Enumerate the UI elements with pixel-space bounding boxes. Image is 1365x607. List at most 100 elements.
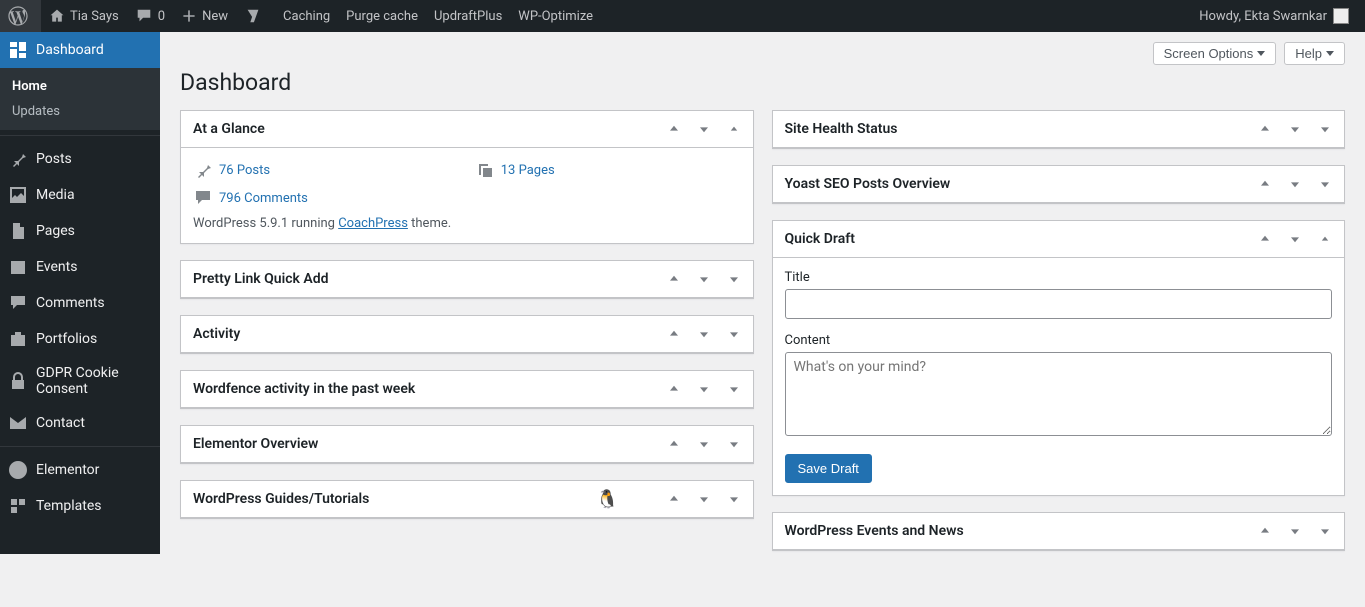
panel-toggle[interactable] <box>719 316 749 352</box>
comments-link[interactable]: 0 <box>127 0 173 32</box>
toolbar-link-updraft[interactable]: UpdraftPlus <box>426 0 510 32</box>
menu-elementor[interactable]: Elementor <box>0 452 160 488</box>
menu-posts[interactable]: Posts <box>0 141 160 177</box>
mail-icon <box>8 413 28 433</box>
panel-toggle[interactable] <box>1310 166 1340 202</box>
templates-icon <box>8 496 28 516</box>
panel-toggle[interactable] <box>1310 111 1340 147</box>
howdy-text: Howdy, Ekta Swarnkar <box>1199 9 1327 24</box>
panel-move-down[interactable] <box>1280 111 1310 147</box>
plus-icon <box>181 8 197 24</box>
panel-move-down[interactable] <box>689 481 719 517</box>
glance-comments-link[interactable]: 796 Comments <box>193 188 308 208</box>
new-content-link[interactable]: New <box>173 0 236 32</box>
panel-toggle[interactable] <box>719 261 749 297</box>
menu-portfolios[interactable]: Portfolios <box>0 321 160 357</box>
panel-move-up[interactable] <box>1250 513 1280 549</box>
panel-title: Elementor Overview <box>181 426 659 462</box>
menu-gdpr[interactable]: GDPR Cookie Consent <box>0 357 160 405</box>
panel-toggle[interactable] <box>1310 513 1340 549</box>
panel-activity: Activity <box>180 315 754 354</box>
panel-site-health: Site Health Status <box>772 110 1346 149</box>
panel-title: Site Health Status <box>773 111 1251 147</box>
panel-title: At a Glance <box>181 111 659 147</box>
yoast-link[interactable] <box>236 0 275 32</box>
panel-move-up[interactable] <box>659 316 689 352</box>
media-icon <box>8 185 28 205</box>
submenu-updates[interactable]: Updates <box>0 99 160 124</box>
panel-title: WordPress Events and News <box>773 513 1251 549</box>
save-draft-button[interactable]: Save Draft <box>785 454 872 483</box>
menu-contact[interactable]: Contact <box>0 405 160 441</box>
panel-move-up[interactable] <box>659 481 689 517</box>
menu-dashboard[interactable]: Dashboard <box>0 32 160 68</box>
account-link[interactable]: Howdy, Ekta Swarnkar <box>1191 0 1357 32</box>
chevron-down-icon <box>1326 51 1334 56</box>
panel-pretty-link: Pretty Link Quick Add <box>180 260 754 299</box>
glance-posts-link[interactable]: 76 Posts <box>193 160 459 180</box>
pin-icon <box>8 149 28 169</box>
panel-elementor-overview: Elementor Overview <box>180 425 754 464</box>
chevron-down-icon <box>696 121 712 137</box>
panel-move-up[interactable] <box>1250 221 1280 257</box>
screen-options-button[interactable]: Screen Options <box>1153 42 1277 65</box>
toolbar-link-wpoptimize[interactable]: WP-Optimize <box>510 0 601 32</box>
panel-move-up[interactable] <box>1250 166 1280 202</box>
panel-wordfence: Wordfence activity in the past week <box>180 370 754 409</box>
panel-toggle[interactable] <box>719 371 749 407</box>
panel-toggle[interactable] <box>719 111 749 147</box>
panel-move-down[interactable] <box>689 371 719 407</box>
admin-sidebar: Dashboard Home Updates Posts Media Pages… <box>0 32 160 554</box>
comment-icon <box>193 188 213 208</box>
toolbar-link-purge[interactable]: Purge cache <box>338 0 426 32</box>
menu-comments[interactable]: Comments <box>0 285 160 321</box>
pages-icon <box>8 221 28 241</box>
panel-move-down[interactable] <box>689 261 719 297</box>
panel-at-a-glance: At a Glance 76 Posts 13 Pages 796 Commen… <box>180 110 754 244</box>
panel-title: Quick Draft <box>773 221 1251 257</box>
panel-move-down[interactable] <box>1280 166 1310 202</box>
panel-move-up[interactable] <box>1250 111 1280 147</box>
panel-move-up[interactable] <box>659 261 689 297</box>
dashboard-left-column: At a Glance 76 Posts 13 Pages 796 Commen… <box>180 110 754 567</box>
panel-move-up[interactable] <box>659 371 689 407</box>
dashboard-icon <box>8 40 28 60</box>
draft-content-label: Content <box>785 333 1333 348</box>
menu-pages[interactable]: Pages <box>0 213 160 249</box>
menu-events[interactable]: Events <box>0 249 160 285</box>
panel-quick-draft: Quick Draft Title Content Save Draft <box>772 220 1346 496</box>
site-name-link[interactable]: Tia Says <box>41 0 127 32</box>
panel-move-up[interactable] <box>659 111 689 147</box>
chevron-up-icon <box>666 121 682 137</box>
panel-move-down[interactable] <box>689 316 719 352</box>
theme-link[interactable]: CoachPress <box>338 216 408 231</box>
comment-count: 0 <box>158 9 165 24</box>
copy-icon <box>475 160 495 180</box>
panel-toggle[interactable] <box>1310 221 1340 257</box>
wp-logo[interactable] <box>0 0 41 32</box>
site-name-label: Tia Says <box>70 9 119 24</box>
panel-toggle[interactable] <box>719 426 749 462</box>
wp-version-text: WordPress 5.9.1 running CoachPress theme… <box>193 216 741 231</box>
menu-templates[interactable]: Templates <box>0 488 160 524</box>
panel-move-up[interactable] <box>659 426 689 462</box>
panel-title: Wordfence activity in the past week <box>181 371 659 407</box>
chevron-down-icon <box>1257 51 1265 56</box>
panel-wp-events: WordPress Events and News <box>772 512 1346 551</box>
panel-move-down[interactable] <box>689 111 719 147</box>
submenu-home[interactable]: Home <box>0 74 160 99</box>
page-title: Dashboard <box>180 69 1345 96</box>
panel-move-down[interactable] <box>689 426 719 462</box>
panel-move-down[interactable] <box>1280 513 1310 549</box>
help-button[interactable]: Help <box>1284 42 1345 65</box>
draft-title-input[interactable] <box>785 289 1333 319</box>
panel-toggle[interactable] <box>719 481 749 517</box>
glance-pages-link[interactable]: 13 Pages <box>475 160 741 180</box>
toolbar-link-caching[interactable]: Caching <box>275 0 338 32</box>
draft-content-textarea[interactable] <box>785 352 1333 436</box>
new-label: New <box>202 9 228 24</box>
menu-media[interactable]: Media <box>0 177 160 213</box>
panel-move-down[interactable] <box>1280 221 1310 257</box>
caret-up-icon <box>726 121 742 137</box>
comment-icon <box>135 7 153 25</box>
